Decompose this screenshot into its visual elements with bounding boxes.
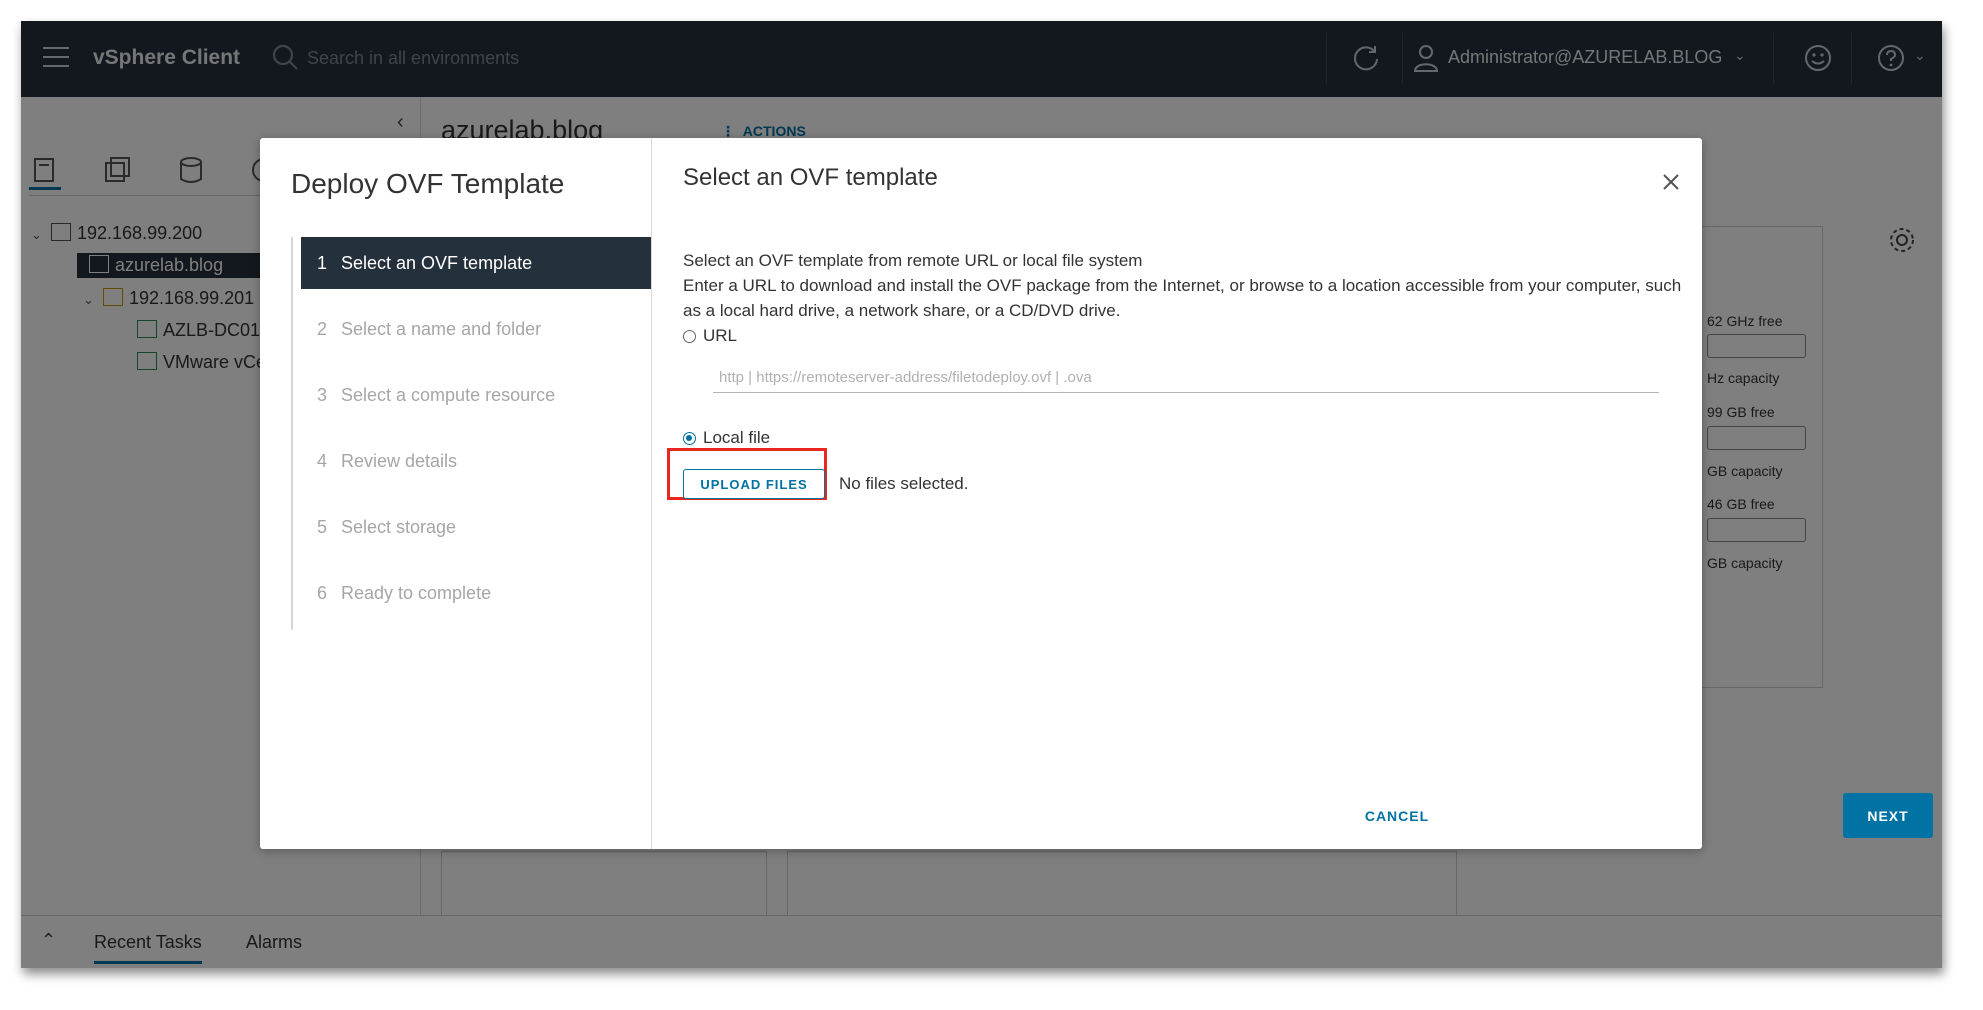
- wizard-step-6[interactable]: 6 Ready to complete: [301, 567, 651, 619]
- wizard-content: Select an OVF template Select an OVF tem…: [652, 138, 1933, 849]
- wizard-step-4[interactable]: 4 Review details: [301, 435, 651, 487]
- close-icon[interactable]: [1659, 170, 1683, 194]
- description-heading: Select an OVF template from remote URL o…: [683, 251, 1143, 270]
- wizard-step-2[interactable]: 2 Select a name and folder: [301, 303, 651, 355]
- step-number: 1: [317, 253, 328, 273]
- step-label: Ready to complete: [341, 583, 492, 603]
- wizard-step-3[interactable]: 3 Select a compute resource: [301, 369, 651, 421]
- wizard-step-1[interactable]: 1 Select an OVF template: [301, 237, 651, 289]
- local-file-option-label: Local file: [703, 428, 771, 447]
- step-label: Select storage: [341, 517, 457, 537]
- page-title: Select an OVF template: [683, 164, 938, 191]
- wizard-title: Deploy OVF Template: [291, 168, 565, 199]
- step-number: 3: [317, 385, 328, 405]
- local-file-radio[interactable]: [683, 431, 696, 445]
- url-option-label: URL: [703, 326, 738, 345]
- cancel-button[interactable]: CANCEL: [1342, 794, 1452, 838]
- step-label: Select a name and folder: [341, 319, 542, 339]
- no-files-status: No files selected.: [839, 474, 969, 493]
- app-window: vSphere Client Search in all environment…: [21, 21, 1942, 968]
- step-number: 5: [317, 517, 328, 537]
- upload-files-button[interactable]: UPLOAD FILES: [683, 469, 825, 499]
- next-button[interactable]: NEXT: [1843, 793, 1933, 838]
- wizard-step-5[interactable]: 5 Select storage: [301, 501, 651, 553]
- url-input[interactable]: [713, 363, 1659, 393]
- url-radio[interactable]: [683, 329, 696, 343]
- step-number: 2: [317, 319, 328, 339]
- wizard-steps-panel: Deploy OVF Template 1 Select an OVF templ…: [260, 138, 652, 849]
- step-label: Review details: [341, 451, 458, 471]
- local-file-option[interactable]: Local file: [683, 428, 770, 448]
- step-number: 6: [317, 583, 328, 603]
- deploy-ovf-dialog: Deploy OVF Template 1 Select an OVF templ…: [260, 138, 1933, 849]
- step-number: 4: [317, 451, 328, 471]
- step-label: Select an OVF template: [341, 253, 533, 273]
- description-body: Enter a URL to download and install the …: [683, 276, 1682, 320]
- step-label: Select a compute resource: [341, 385, 556, 405]
- steps-rail: [291, 237, 293, 630]
- url-option[interactable]: URL: [683, 326, 737, 346]
